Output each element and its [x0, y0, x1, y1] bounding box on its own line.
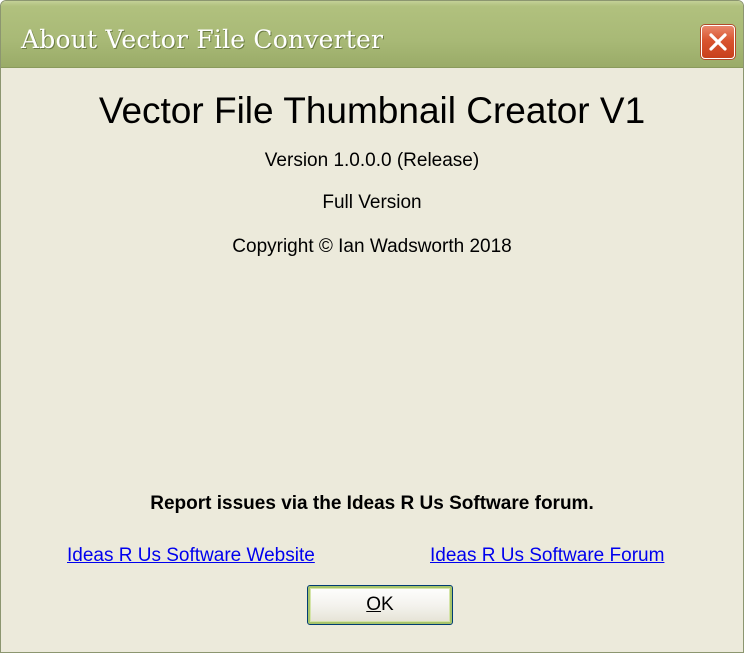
ok-button[interactable]: OK — [307, 585, 453, 625]
report-issues-label: Report issues via the Ideas R Us Softwar… — [150, 493, 594, 514]
forum-link[interactable]: Ideas R Us Software Forum — [430, 545, 664, 567]
ok-label-rest: K — [381, 594, 394, 615]
window-title: About Vector File Converter — [21, 25, 384, 54]
close-icon — [709, 33, 727, 51]
edition-label: Full Version — [322, 192, 422, 213]
copyright-label: Copyright © Ian Wadsworth 2018 — [232, 236, 512, 257]
dialog-body: Vector File Thumbnail Creator V1 Version… — [1, 68, 743, 652]
app-title: Vector File Thumbnail Creator V1 — [98, 90, 646, 131]
website-link[interactable]: Ideas R Us Software Website — [67, 545, 315, 567]
ok-mnemonic: O — [366, 594, 382, 615]
close-button[interactable] — [701, 25, 735, 59]
about-dialog: About Vector File Converter Vector File … — [0, 0, 744, 653]
version-label: Version 1.0.0.0 (Release) — [264, 150, 480, 171]
title-bar[interactable]: About Vector File Converter — [1, 1, 743, 68]
